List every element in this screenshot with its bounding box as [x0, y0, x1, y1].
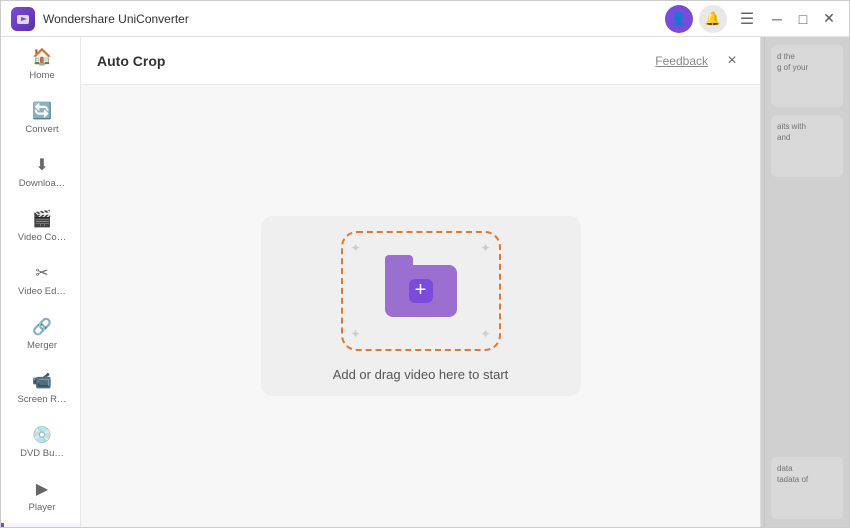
sidebar-item-dvd-burn[interactable]: 💿 DVD Bu…	[1, 415, 80, 469]
sidebar-item-merger[interactable]: 🔗 Merger	[1, 307, 80, 361]
drop-zone[interactable]: ✦ ✦ ✦ ✦ +	[261, 216, 581, 396]
modal-overlay: Auto Crop Feedback × ✦ ✦ ✦ ✦	[81, 37, 849, 527]
app-title: Wondershare UniConverter	[43, 12, 665, 26]
plus-symbol: +	[415, 279, 427, 302]
sidebar-label-video-edit: Video Ed…	[7, 286, 77, 297]
folder-icon-wrapper: +	[385, 265, 457, 317]
sidebar-label-merger: Merger	[7, 340, 77, 351]
sidebar-label-screen-rec: Screen R…	[7, 394, 77, 405]
folder-container: +	[385, 265, 457, 317]
add-icon: +	[409, 279, 433, 303]
app-body: 🏠 Home 🔄 Convert ⬇ Downloa… 🎬 Video Co… …	[1, 37, 849, 527]
notification-icon[interactable]: 🔔	[699, 5, 727, 33]
drop-zone-label: Add or drag video here to start	[333, 367, 509, 382]
sidebar-label-home: Home	[7, 70, 77, 81]
modal-close-button[interactable]: ×	[720, 49, 744, 73]
app-logo	[11, 7, 35, 31]
feedback-link[interactable]: Feedback	[655, 54, 708, 68]
main-content: d theg of your aits withand datatadata o…	[81, 37, 849, 527]
download-icon: ⬇	[32, 155, 52, 175]
player-icon: ▶	[32, 479, 52, 499]
sidebar-item-convert[interactable]: 🔄 Convert	[1, 91, 80, 145]
sidebar-item-player[interactable]: ▶ Player	[1, 469, 80, 523]
window-close-button[interactable]: ✕	[819, 9, 839, 29]
user-icon[interactable]: 👤	[665, 5, 693, 33]
maximize-button[interactable]: □	[793, 9, 813, 29]
modal-panel: Auto Crop Feedback × ✦ ✦ ✦ ✦	[81, 37, 761, 527]
sparkle-tr: ✦	[480, 241, 490, 255]
sidebar-item-download[interactable]: ⬇ Downloa…	[1, 145, 80, 199]
sidebar-label-video-comp: Video Co…	[7, 232, 77, 243]
sidebar-item-screen-rec[interactable]: 📹 Screen R…	[1, 361, 80, 415]
sidebar-item-video-edit[interactable]: ✂ Video Ed…	[1, 253, 80, 307]
screen-rec-icon: 📹	[32, 371, 52, 391]
sparkle-bl: ✦	[351, 327, 361, 341]
app-window: Wondershare UniConverter 👤 🔔 ☰ ─ □ ✕ 🏠 H…	[0, 0, 850, 528]
dvd-burn-icon: 💿	[32, 425, 52, 445]
sidebar-label-player: Player	[7, 502, 77, 513]
sidebar-item-video-comp[interactable]: 🎬 Video Co…	[1, 199, 80, 253]
sidebar: 🏠 Home 🔄 Convert ⬇ Downloa… 🎬 Video Co… …	[1, 37, 81, 527]
modal-title: Auto Crop	[97, 53, 655, 69]
modal-header: Auto Crop Feedback ×	[81, 37, 760, 85]
folder-body: +	[385, 265, 457, 317]
menu-icon[interactable]: ☰	[733, 5, 761, 33]
title-bar-actions: 👤 🔔 ☰ ─ □ ✕	[665, 5, 839, 33]
drop-zone-border: ✦ ✦ ✦ ✦ +	[341, 231, 501, 351]
sidebar-item-home[interactable]: 🏠 Home	[1, 37, 80, 91]
video-comp-icon: 🎬	[32, 209, 52, 229]
sparkle-tl: ✦	[351, 241, 361, 255]
video-edit-icon: ✂	[32, 263, 52, 283]
modal-body: ✦ ✦ ✦ ✦ +	[81, 85, 760, 527]
title-bar: Wondershare UniConverter 👤 🔔 ☰ ─ □ ✕	[1, 1, 849, 37]
sidebar-label-download: Downloa…	[7, 178, 77, 189]
sparkle-br: ✦	[480, 327, 490, 341]
home-icon: 🏠	[32, 47, 52, 67]
sidebar-label-convert: Convert	[7, 124, 77, 135]
sidebar-label-dvd-burn: DVD Bu…	[7, 448, 77, 459]
merger-icon: 🔗	[32, 317, 52, 337]
convert-icon: 🔄	[32, 101, 52, 121]
minimize-button[interactable]: ─	[767, 9, 787, 29]
sidebar-item-toolbox[interactable]: ⊞ Toolbox	[1, 523, 80, 527]
